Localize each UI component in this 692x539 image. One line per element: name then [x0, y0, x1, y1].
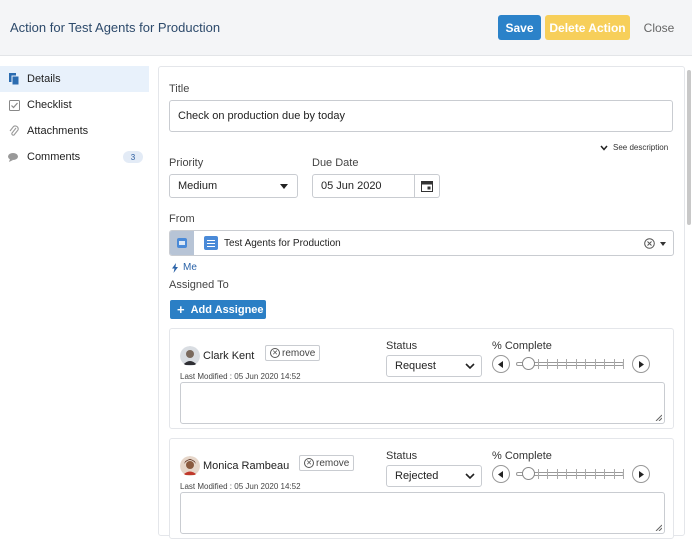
sidebar-item-label: Checklist: [27, 99, 72, 111]
resize-grip-icon[interactable]: [655, 414, 662, 421]
save-button[interactable]: Save: [498, 15, 541, 40]
assignee-card: Monica Rambeau ✕ remove Last Modified : …: [169, 438, 674, 539]
assignee-name: Monica Rambeau: [203, 460, 290, 472]
document-icon: [204, 236, 218, 250]
sidebar-item-attachments[interactable]: Attachments: [0, 118, 150, 144]
comments-count-badge: 3: [123, 151, 143, 163]
increase-button[interactable]: [632, 355, 650, 373]
triangle-left-icon: [498, 470, 503, 478]
status-label: Status: [386, 450, 418, 462]
calendar-icon: [421, 181, 433, 192]
sidebar-item-label: Comments: [27, 151, 81, 163]
avatar: [180, 346, 200, 366]
remove-assignee-button[interactable]: ✕ remove: [265, 345, 321, 361]
status-label: Status: [386, 340, 418, 352]
add-assignee-button[interactable]: + Add Assignee: [170, 300, 266, 319]
triangle-left-icon: [498, 360, 503, 368]
chevron-down-icon: [600, 145, 608, 151]
assign-me-link[interactable]: Me: [171, 262, 197, 273]
sidebar: Details Checklist Attachments Comments 3: [0, 66, 150, 170]
sidebar-item-label: Details: [27, 73, 61, 85]
add-assignee-label: Add Assignee: [190, 303, 264, 316]
increase-button[interactable]: [632, 465, 650, 483]
notes-textarea[interactable]: [180, 382, 665, 424]
remove-label: remove: [282, 347, 316, 359]
scrollbar-thumb[interactable]: [687, 70, 691, 225]
sidebar-item-checklist[interactable]: Checklist: [0, 92, 150, 118]
slider-ticks: [528, 359, 624, 369]
caret-down-icon[interactable]: [660, 242, 666, 246]
from-label: From: [169, 213, 195, 225]
due-date-label: Due Date: [312, 157, 359, 169]
from-select[interactable]: Test Agents for Production: [169, 230, 674, 256]
from-tag: Test Agents for Production: [204, 236, 341, 250]
remove-icon: ✕: [304, 458, 314, 468]
group-icon: [177, 238, 187, 248]
delete-action-button[interactable]: Delete Action: [545, 15, 630, 40]
priority-select[interactable]: Medium: [169, 174, 298, 198]
percent-complete-label: % Complete: [492, 340, 552, 352]
status-value: Request: [395, 360, 436, 372]
see-description-link[interactable]: See description: [600, 143, 668, 152]
sidebar-item-details[interactable]: Details: [0, 66, 149, 92]
sidebar-item-label: Attachments: [27, 125, 89, 137]
page-title: Action for Test Agents for Production: [10, 20, 221, 35]
avatar: [180, 456, 200, 476]
status-select[interactable]: Rejected: [386, 465, 482, 487]
notes-textarea[interactable]: [180, 492, 665, 534]
sidebar-item-comments[interactable]: Comments 3: [0, 144, 150, 170]
decrease-button[interactable]: [492, 355, 510, 373]
checklist-icon: [8, 99, 20, 111]
header-bar: Action for Test Agents for Production Sa…: [0, 0, 692, 56]
resize-grip-icon[interactable]: [655, 524, 662, 531]
decrease-button[interactable]: [492, 465, 510, 483]
priority-value: Medium: [178, 180, 218, 192]
chevron-down-icon: [465, 473, 475, 480]
remove-assignee-button[interactable]: ✕ remove: [299, 455, 355, 471]
close-button[interactable]: Close: [638, 15, 680, 40]
paperclip-icon: [8, 125, 20, 137]
assigned-to-label: Assigned To: [169, 279, 229, 291]
chevron-down-icon: [465, 363, 475, 370]
last-modified: Last Modified : 05 Jun 2020 14:52: [180, 482, 301, 491]
slider-knob[interactable]: [522, 467, 535, 480]
remove-label: remove: [316, 457, 350, 469]
plus-icon: +: [177, 302, 185, 317]
priority-label: Priority: [169, 157, 204, 169]
percent-complete-label: % Complete: [492, 450, 552, 462]
due-date-input[interactable]: 05 Jun 2020: [312, 174, 415, 198]
calendar-button[interactable]: [415, 174, 440, 198]
status-select[interactable]: Request: [386, 355, 482, 377]
assignee-card: Clark Kent ✕ remove Last Modified : 05 J…: [169, 328, 674, 429]
me-label: Me: [183, 262, 197, 273]
last-modified: Last Modified : 05 Jun 2020 14:52: [180, 372, 301, 381]
remove-icon: ✕: [270, 348, 280, 358]
status-value: Rejected: [395, 470, 439, 482]
assignee-name: Clark Kent: [203, 350, 255, 362]
from-value: Test Agents for Production: [224, 237, 341, 249]
title-input[interactable]: Check on production due by today: [169, 100, 673, 132]
lightning-icon: [172, 262, 178, 273]
percent-slider[interactable]: [516, 357, 624, 370]
comments-icon: [8, 151, 20, 163]
title-label: Title: [169, 83, 190, 95]
triangle-right-icon: [639, 360, 644, 368]
details-icon: [8, 73, 20, 85]
slider-knob[interactable]: [522, 357, 535, 370]
from-avatar: [170, 231, 194, 255]
caret-down-icon: [280, 184, 288, 189]
clear-icon[interactable]: [644, 238, 655, 249]
triangle-right-icon: [639, 470, 644, 478]
see-description-label: See description: [613, 143, 669, 152]
percent-slider[interactable]: [516, 467, 624, 480]
slider-ticks: [528, 469, 624, 479]
